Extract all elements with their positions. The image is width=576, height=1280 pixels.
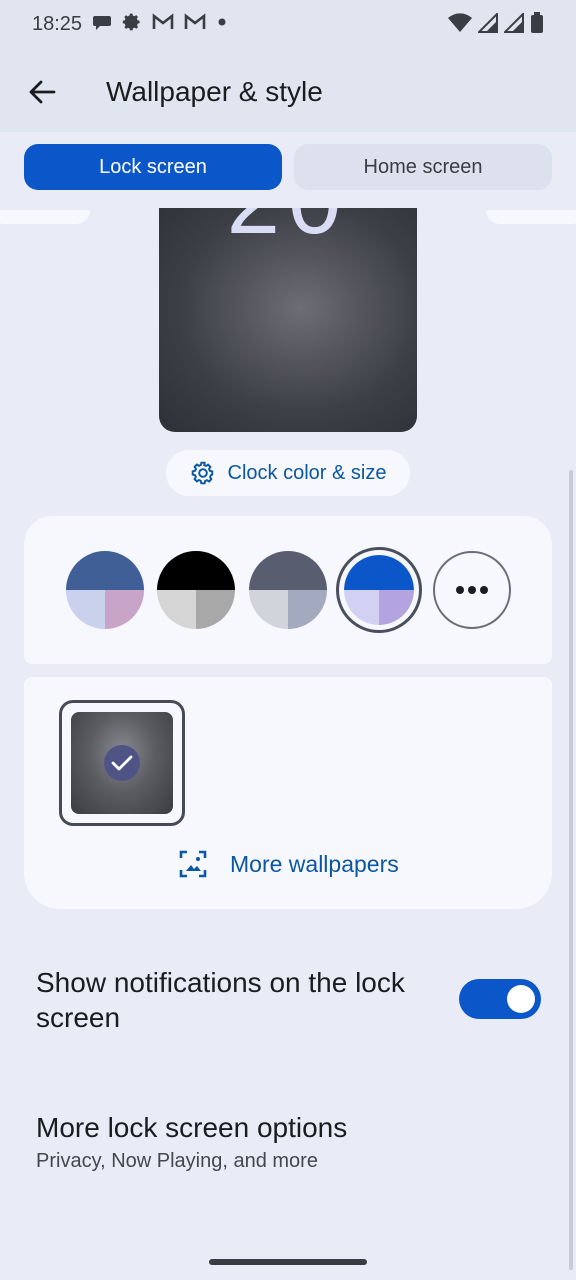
swatch-bottom-right [288, 590, 327, 629]
back-button[interactable] [24, 74, 60, 110]
status-bar: 18:25 [0, 0, 576, 52]
status-time: 18:25 [32, 13, 83, 35]
swatch-top [157, 551, 235, 590]
swatch-top [66, 551, 144, 590]
swatch-bottom-left [157, 590, 196, 629]
toggle-knob [507, 985, 535, 1013]
show-notifications-toggle[interactable] [459, 979, 541, 1019]
more-options-title: More lock screen options [36, 1112, 348, 1143]
swatch-bottom-right [196, 590, 235, 629]
swatch-bottom-left [249, 590, 288, 629]
page-title: Wallpaper & style [106, 76, 323, 107]
more-wallpapers-button[interactable]: More wallpapers [178, 849, 399, 879]
more-wallpapers-label: More wallpapers [230, 850, 399, 877]
status-system-icons [448, 12, 544, 34]
arrow-back-icon [29, 80, 56, 104]
color-option-2[interactable] [157, 551, 235, 629]
gesture-navigation-bar[interactable] [209, 1259, 367, 1265]
preview-clock: 20 [159, 208, 417, 256]
lock-screen-preview[interactable]: 20 [159, 208, 417, 432]
swatch-bottom-left [66, 590, 105, 629]
preview-neighbor-left[interactable] [0, 210, 90, 224]
color-option-3[interactable] [249, 551, 327, 629]
preview-neighbor-right[interactable] [486, 210, 576, 224]
scrollbar[interactable] [569, 470, 573, 1270]
selected-check-icon [104, 745, 140, 781]
tab-lock-screen[interactable]: Lock screen [24, 144, 282, 190]
swatch-top [249, 551, 327, 590]
signal-icon [504, 13, 524, 33]
gmail-icon [152, 13, 174, 29]
swatch-top [344, 555, 414, 590]
top-app-bar: Wallpaper & style [0, 52, 576, 132]
color-option-1[interactable] [66, 551, 144, 629]
screen-tabs: Lock screen Home screen [24, 144, 552, 190]
settings-gear-icon [122, 13, 140, 31]
gear-icon [191, 461, 213, 485]
swatch-bottom-right [379, 590, 414, 625]
tab-home-screen[interactable]: Home screen [294, 144, 552, 190]
wifi-icon [448, 13, 472, 32]
swatch-bottom-left [344, 590, 379, 625]
color-option-4-selected[interactable] [336, 547, 422, 633]
clock-color-size-label: Clock color & size [227, 461, 387, 484]
more-colors-button[interactable] [433, 551, 511, 629]
signal-icon [478, 13, 498, 33]
clock-color-size-button[interactable]: Clock color & size [166, 450, 410, 496]
swatch-bottom-right [105, 590, 144, 629]
selected-swatch [344, 555, 414, 625]
show-notifications-label: Show notifications on the lock screen [36, 967, 405, 1033]
battery-icon [531, 12, 543, 33]
wallpaper-icon [179, 850, 207, 878]
color-options-card [24, 516, 552, 664]
more-horizontal-icon [456, 586, 488, 594]
dot-icon [218, 18, 226, 26]
gmail-icon [184, 13, 206, 29]
current-wallpaper-thumbnail[interactable] [59, 700, 185, 826]
wallpaper-card: More wallpapers [24, 677, 552, 909]
chat-bubble-icon [93, 16, 111, 30]
status-notification-icons [92, 12, 228, 32]
wallpaper-thumbnail-image [71, 712, 173, 814]
more-options-subtitle: Privacy, Now Playing, and more [36, 1150, 318, 1172]
more-lock-screen-options[interactable]: More lock screen options Privacy, Now Pl… [36, 1110, 536, 1173]
